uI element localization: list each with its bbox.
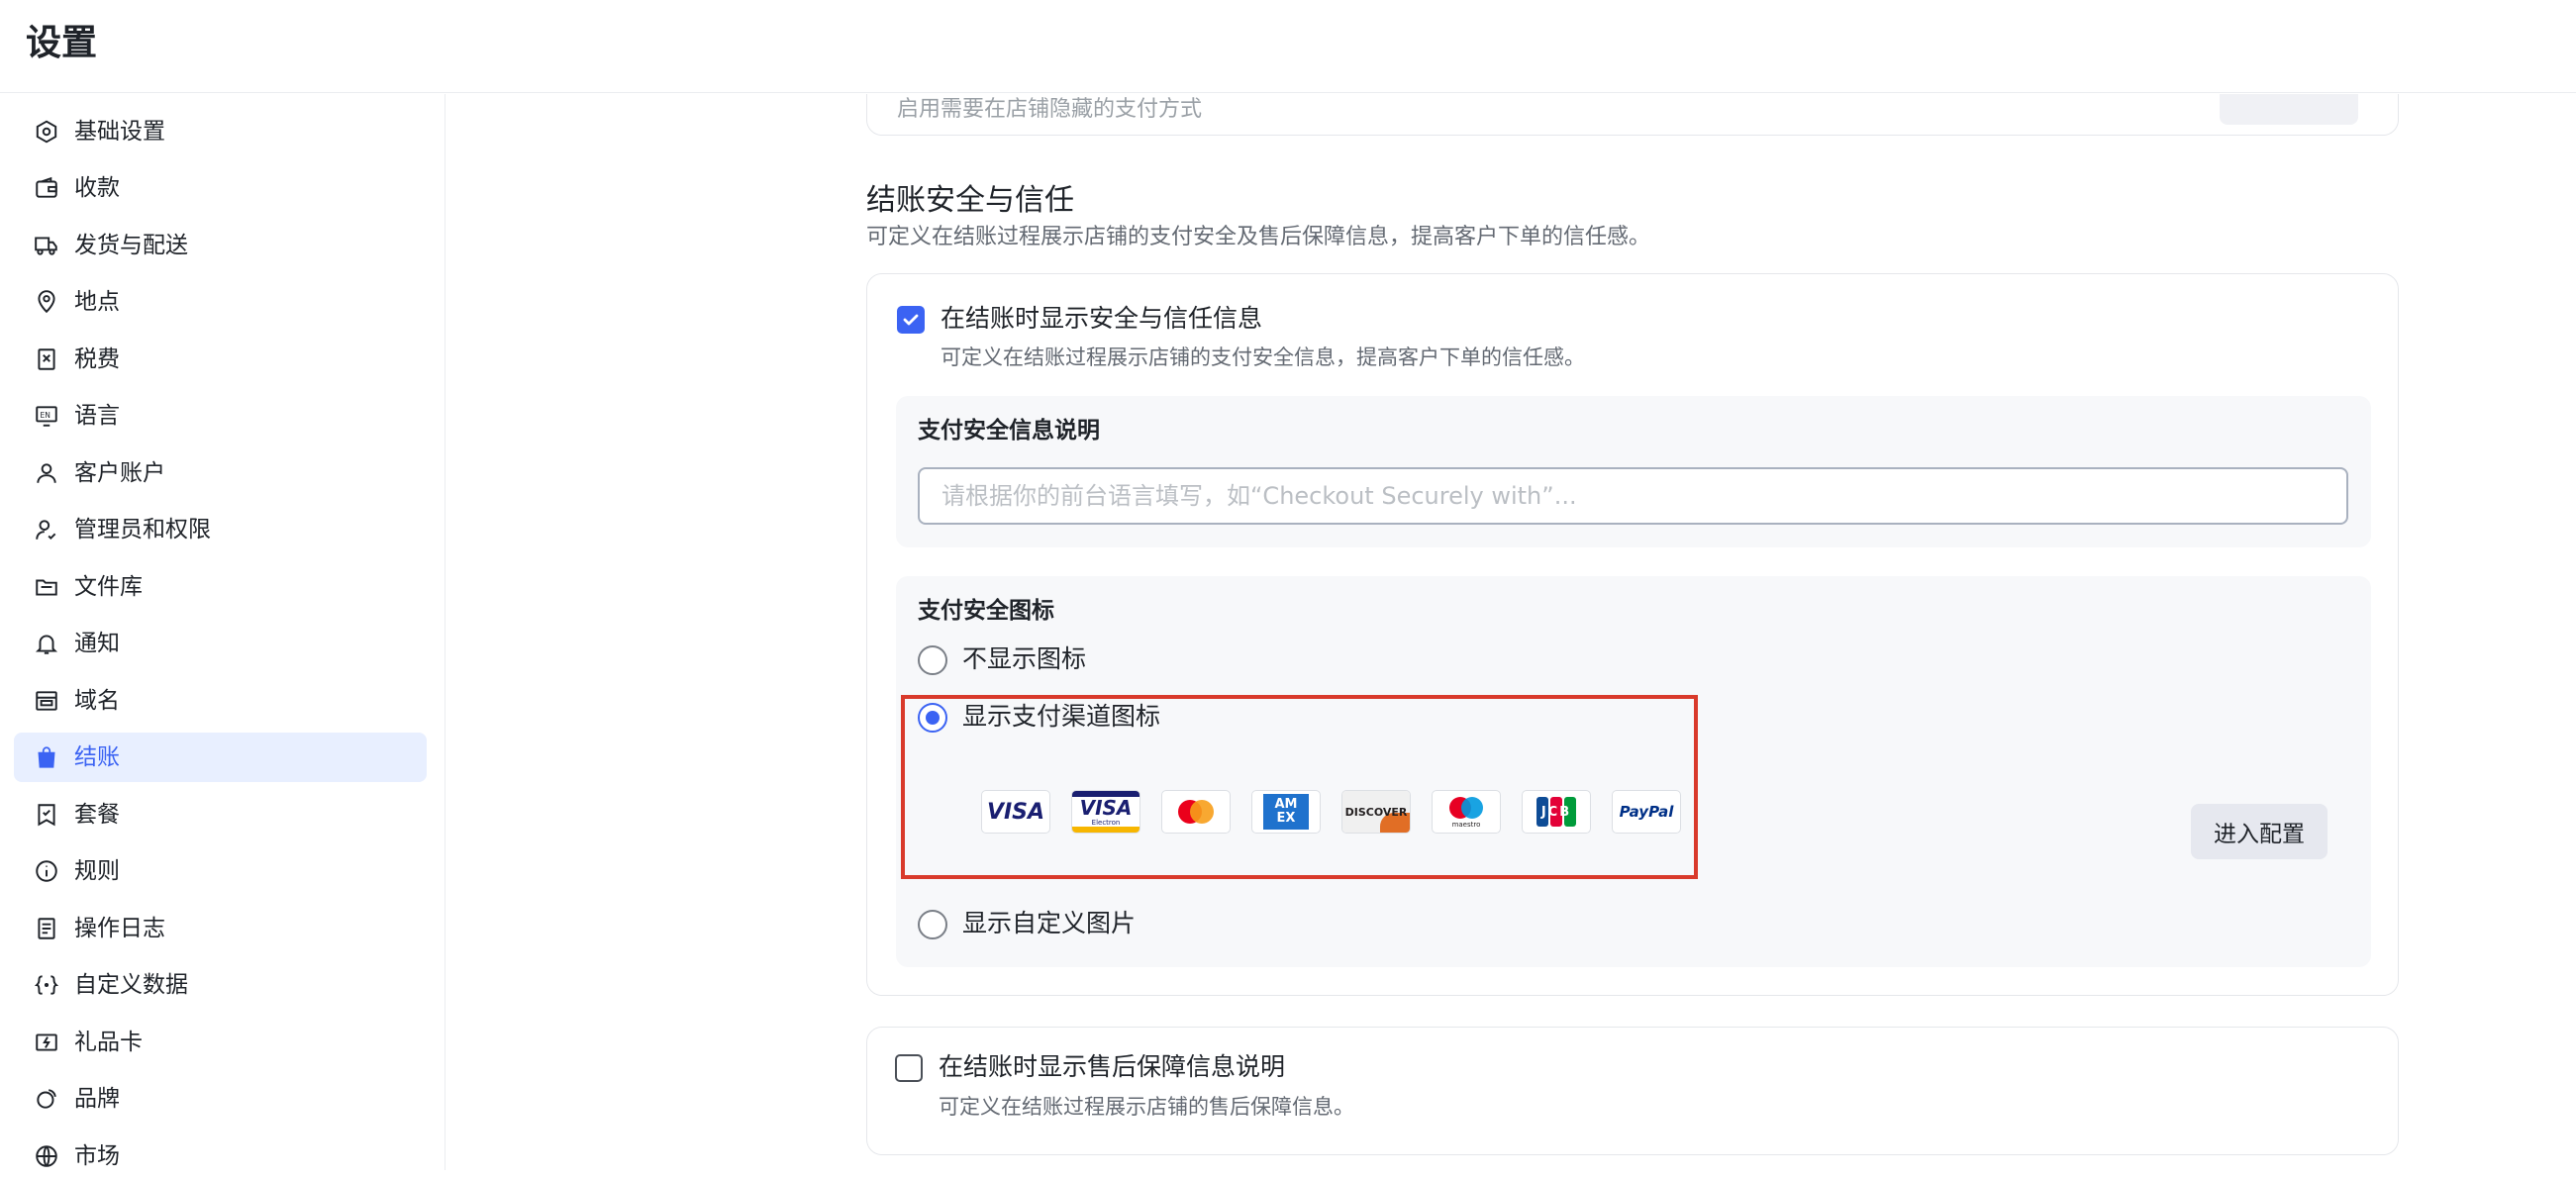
- maestro-icon: maestro: [1432, 790, 1501, 834]
- sidebar-item-markets[interactable]: 市场: [14, 1132, 427, 1181]
- sidebar-item-label: 地点: [74, 289, 120, 315]
- shopping-bag-icon: [34, 744, 59, 770]
- sidebar-item-label: 基础设置: [74, 119, 165, 145]
- sidebar-item-label: 发货与配送: [74, 233, 188, 258]
- mastercard-icon: [1161, 790, 1231, 834]
- visa-electron-icon: VISA Electron: [1071, 790, 1140, 834]
- radio-payment-icons[interactable]: [918, 703, 947, 733]
- trust-card: 在结账时显示安全与信任信息 可定义在结账过程展示店铺的支付安全信息，提高客户下单…: [866, 273, 2399, 996]
- sidebar-item-gift-cards[interactable]: 礼品卡: [14, 1018, 427, 1067]
- sidebar-item-notifications[interactable]: 通知: [14, 619, 427, 668]
- domain-icon: [34, 688, 59, 714]
- trust-section-title: 结账安全与信任: [866, 183, 1074, 218]
- settings-sidebar: 基础设置 收款 发货与配送 地点 税费 EN 语言 客户账户 管理员和权限 文件…: [0, 94, 446, 1170]
- after-sales-label: 在结账时显示售后保障信息说明: [939, 1052, 1286, 1081]
- sidebar-item-domains[interactable]: 域名: [14, 676, 427, 726]
- hidden-payment-card: 启用需要在店铺隐藏的支付方式: [866, 94, 2399, 136]
- sidebar-item-label: 管理员和权限: [74, 517, 211, 542]
- radio-payment-icons-label: 显示支付渠道图标: [962, 702, 1161, 731]
- sidebar-item-locations[interactable]: 地点: [14, 277, 427, 327]
- sidebar-item-shipping[interactable]: 发货与配送: [14, 221, 427, 270]
- security-icons-title: 支付安全图标: [918, 598, 1054, 624]
- user-icon: [34, 460, 59, 486]
- sidebar-item-label: 客户账户: [74, 460, 165, 486]
- sidebar-item-plans[interactable]: 套餐: [14, 790, 427, 839]
- security-text-input[interactable]: 请根据你的前台语言填写，如“Checkout Securely with”...: [918, 467, 2348, 525]
- sidebar-item-label: 市场: [74, 1143, 120, 1169]
- visa-icon: VISA: [981, 790, 1050, 834]
- show-security-label: 在结账时显示安全与信任信息: [941, 304, 1263, 333]
- brand-icon: [34, 1086, 59, 1112]
- sidebar-item-label: 结账: [74, 744, 120, 770]
- sidebar-item-label: 套餐: [74, 802, 120, 828]
- security-text-panel: 支付安全信息说明 请根据你的前台语言填写，如“Checkout Securely…: [896, 396, 2371, 547]
- discover-icon: DISCOVER: [1341, 790, 1411, 834]
- sidebar-item-label: 收款: [74, 175, 120, 201]
- bell-icon: [34, 631, 59, 656]
- folder-icon: [34, 574, 59, 600]
- wallet-icon: [34, 175, 59, 201]
- paypal-icon: PayPal: [1612, 790, 1681, 834]
- custom-data-icon: [34, 972, 59, 998]
- after-sales-desc: 可定义在结账过程展示店铺的售后保障信息。: [939, 1095, 1354, 1119]
- tax-receipt-icon: [34, 346, 59, 372]
- show-security-checkbox[interactable]: [897, 306, 925, 334]
- radio-custom-image-label: 显示自定义图片: [962, 909, 1137, 937]
- security-text-title: 支付安全信息说明: [918, 418, 1100, 443]
- sidebar-item-admins[interactable]: 管理员和权限: [14, 505, 427, 554]
- user-permission-icon: [34, 517, 59, 542]
- sidebar-item-payments[interactable]: 收款: [14, 163, 427, 213]
- sidebar-item-files[interactable]: 文件库: [14, 562, 427, 612]
- truck-icon: [34, 233, 59, 258]
- plan-icon: [34, 802, 59, 828]
- sidebar-item-label: 礼品卡: [74, 1030, 143, 1055]
- jcb-icon: JCB: [1522, 790, 1591, 834]
- hidden-payment-button[interactable]: [2220, 94, 2358, 125]
- page-title: 设置: [26, 23, 98, 63]
- location-pin-icon: [34, 289, 59, 315]
- sidebar-item-checkout[interactable]: 结账: [14, 733, 427, 782]
- after-sales-card: 在结账时显示售后保障信息说明 可定义在结账过程展示店铺的售后保障信息。: [866, 1027, 2399, 1155]
- sidebar-item-label: 操作日志: [74, 916, 165, 941]
- sidebar-item-basic[interactable]: 基础设置: [14, 107, 427, 156]
- sidebar-item-taxes[interactable]: 税费: [14, 335, 427, 384]
- radio-no-icon-label: 不显示图标: [962, 644, 1087, 673]
- check-icon: [903, 314, 919, 326]
- sidebar-item-label: 税费: [74, 346, 120, 372]
- show-security-desc: 可定义在结账过程展示店铺的支付安全信息，提高客户下单的信任感。: [941, 345, 1585, 369]
- trust-section-desc: 可定义在结账过程展示店铺的支付安全及售后保障信息，提高客户下单的信任感。: [866, 225, 1651, 249]
- sidebar-item-label: 文件库: [74, 574, 143, 600]
- globe-icon: [34, 1143, 59, 1169]
- sidebar-item-label: 域名: [74, 688, 120, 714]
- settings-content: 启用需要在店铺隐藏的支付方式 结账安全与信任 可定义在结账过程展示店铺的支付安全…: [446, 94, 2576, 1170]
- after-sales-checkbox[interactable]: [895, 1054, 923, 1082]
- sidebar-item-activity-log[interactable]: 操作日志: [14, 904, 427, 953]
- sidebar-item-brand[interactable]: 品牌: [14, 1074, 427, 1124]
- page-header: 设置: [0, 0, 2576, 93]
- sidebar-item-label: 通知: [74, 631, 120, 656]
- amex-icon: AM EX: [1251, 790, 1321, 834]
- hidden-payment-desc: 启用需要在店铺隐藏的支付方式: [897, 97, 1203, 122]
- sidebar-item-label: 规则: [74, 858, 120, 884]
- sidebar-item-rules[interactable]: 规则: [14, 846, 427, 896]
- sidebar-item-language[interactable]: EN 语言: [14, 391, 427, 441]
- sidebar-item-label: 品牌: [74, 1086, 120, 1112]
- sidebar-item-label: 自定义数据: [74, 972, 188, 998]
- svg-text:EN: EN: [41, 411, 50, 420]
- log-icon: [34, 916, 59, 941]
- enter-config-button[interactable]: 进入配置: [2191, 804, 2328, 859]
- language-icon: EN: [34, 403, 59, 429]
- settings-hex-icon: [34, 119, 59, 145]
- gift-card-icon: [34, 1030, 59, 1055]
- radio-custom-image[interactable]: [918, 910, 947, 939]
- security-icons-panel: 支付安全图标 不显示图标 显示支付渠道图标 VISA VISA Electron…: [896, 576, 2371, 967]
- sidebar-item-customer-accounts[interactable]: 客户账户: [14, 448, 427, 498]
- info-icon: [34, 858, 59, 884]
- sidebar-item-label: 语言: [74, 403, 120, 429]
- radio-no-icon[interactable]: [918, 645, 947, 675]
- sidebar-item-custom-data[interactable]: 自定义数据: [14, 960, 427, 1010]
